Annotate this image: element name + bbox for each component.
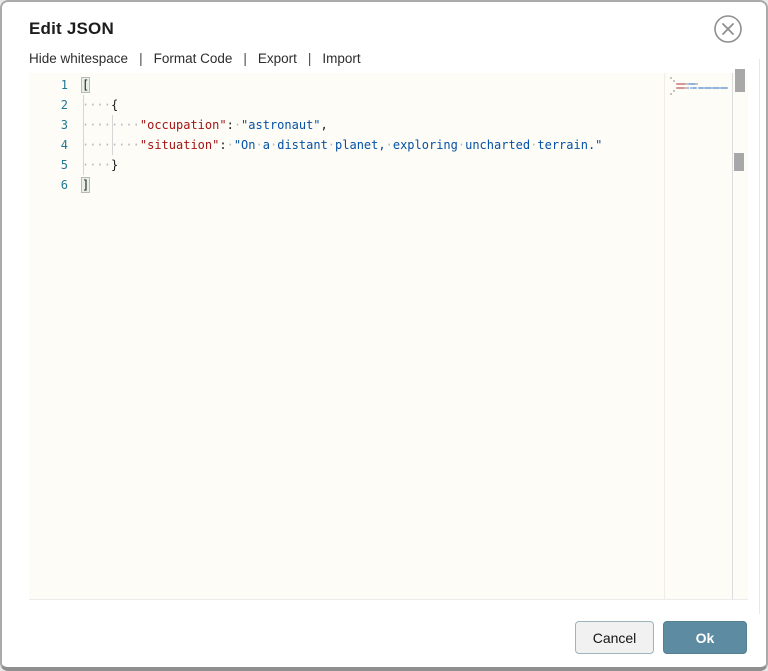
- token-punct: {: [110, 98, 119, 112]
- whitespace-dot: ·: [125, 138, 133, 152]
- page-title: Edit JSON: [29, 19, 114, 38]
- code-line[interactable]: ········"situation":·"On·a·distant·plane…: [82, 135, 662, 155]
- line-number: 4: [60, 138, 68, 152]
- toolbar-item-export[interactable]: Export: [258, 51, 297, 66]
- whitespace-dot: ·: [103, 118, 111, 132]
- token-str: a: [262, 138, 270, 152]
- token-punct: }: [110, 158, 119, 172]
- line-number-gutter: 1 2 3 4 5 6: [29, 75, 82, 195]
- whitespace-dot: ·: [233, 118, 242, 132]
- whitespace-dot: ·: [103, 98, 111, 112]
- token-str: distant: [277, 138, 328, 152]
- minimap-mark: [698, 86, 704, 89]
- minimap-mark: [673, 89, 675, 92]
- code-line[interactable]: ····}: [82, 155, 662, 175]
- toolbar-item-import[interactable]: Import: [322, 51, 360, 66]
- close-icon: [714, 15, 742, 43]
- whitespace-dot: ·: [103, 158, 111, 172]
- token-str: "astronaut": [241, 118, 321, 132]
- token-str: exploring: [392, 138, 458, 152]
- minimap-mark: [670, 93, 672, 95]
- minimap-mark: [696, 83, 698, 86]
- token-str: uncharted: [465, 138, 531, 152]
- token-punct: :: [219, 138, 227, 152]
- minimap-mark: [720, 86, 728, 89]
- toolbar-separator: |: [307, 51, 312, 66]
- whitespace-dot: ·: [125, 118, 133, 132]
- whitespace-dot: ·: [132, 138, 140, 152]
- code-line[interactable]: ········"occupation":·"astronaut",: [82, 115, 662, 135]
- whitespace-dot: ·: [327, 138, 336, 152]
- toolbar-separator: |: [243, 51, 247, 66]
- whitespace-dot: ·: [226, 138, 234, 152]
- line-number: 2: [60, 98, 68, 112]
- minimap-mark: [704, 86, 712, 89]
- whitespace-dot: ·: [96, 98, 104, 112]
- toolbar-separator: |: [139, 51, 143, 66]
- whitespace-dot: ·: [103, 138, 111, 152]
- whitespace-dot: ·: [132, 118, 140, 132]
- minimap-mark: [691, 86, 698, 89]
- json-code-editor[interactable]: 123456 [····{········"occupation":·"astr…: [29, 73, 748, 600]
- content-right-border: [759, 59, 760, 614]
- code-area[interactable]: [····{········"occupation":·"astronaut",…: [80, 75, 662, 195]
- code-line[interactable]: ]: [80, 175, 662, 195]
- scrollbar-thumb-content[interactable]: [734, 153, 744, 171]
- ok-button[interactable]: Ok: [663, 621, 747, 654]
- code-line[interactable]: [: [80, 75, 662, 95]
- token-punct: ]: [80, 177, 91, 193]
- token-str: "On: [233, 138, 256, 152]
- token-key: "occupation": [139, 118, 227, 132]
- whitespace-dot: ·: [385, 138, 393, 152]
- scrollbar-track[interactable]: [732, 73, 733, 599]
- minimap-mark: [673, 80, 675, 83]
- whitespace-dot: ·: [96, 158, 104, 172]
- editor-toolbar: Hide whitespace | Format Code | Export | Impor…: [29, 51, 361, 71]
- token-str: planet,: [335, 138, 386, 152]
- cancel-button[interactable]: Cancel: [575, 621, 654, 654]
- edit-json-dialog: Edit JSON Hide whitespace | Format Code | Ex…: [0, 0, 768, 671]
- line-number: 5: [60, 158, 68, 172]
- token-key: "situation": [139, 138, 220, 152]
- minimap-mark: [676, 83, 686, 86]
- minimap-mark: [676, 86, 686, 89]
- toolbar-item-hide-whitespace[interactable]: Hide whitespace: [29, 51, 128, 66]
- minimap-mark: [670, 77, 672, 79]
- token-punct: [: [80, 77, 91, 93]
- line-number: 1: [60, 78, 68, 92]
- token-punct: ,: [320, 118, 328, 132]
- code-line[interactable]: ····{: [82, 95, 662, 115]
- scrollbar-thumb-editor[interactable]: [735, 69, 745, 92]
- close-button[interactable]: [712, 13, 744, 45]
- minimap-mark: [686, 86, 690, 89]
- whitespace-dot: ·: [96, 118, 104, 132]
- token-punct: :: [226, 118, 234, 132]
- toolbar-item-format-code[interactable]: Format Code: [154, 51, 233, 66]
- line-number: 6: [60, 178, 68, 192]
- editor-minimap[interactable]: [664, 73, 732, 599]
- line-number: 3: [60, 118, 68, 132]
- whitespace-dot: ·: [255, 138, 263, 152]
- minimap-mark: [687, 83, 697, 86]
- token-str: terrain.": [537, 138, 603, 152]
- minimap-mark: [712, 86, 720, 89]
- whitespace-dot: ·: [96, 138, 104, 152]
